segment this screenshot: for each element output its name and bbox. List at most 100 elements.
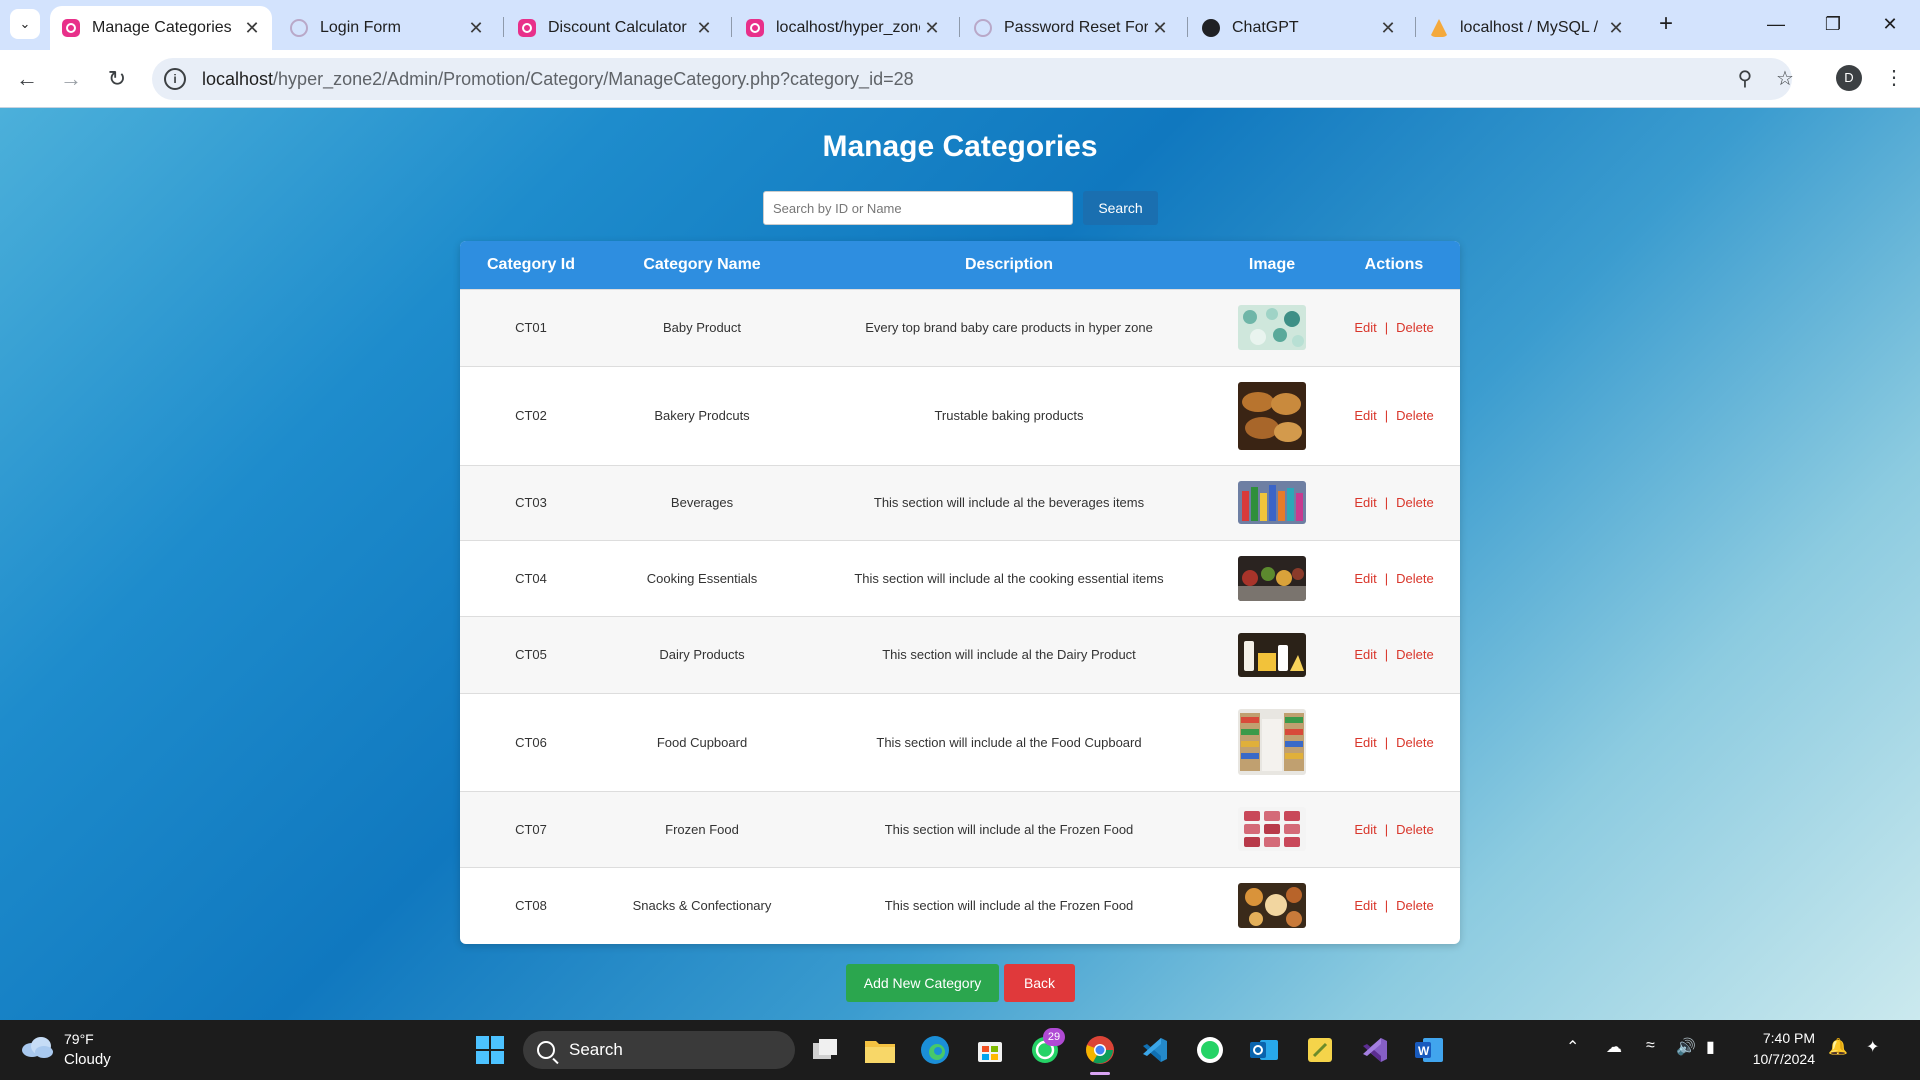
taskbar-search-box[interactable]: Search	[523, 1031, 795, 1069]
close-icon[interactable]: ✕	[1376, 18, 1400, 39]
file-explorer-icon[interactable]	[862, 1032, 898, 1068]
column-header-category-id: Category Id	[460, 241, 602, 289]
tab-localhost-hyper-zone[interactable]: localhost/hyper_zone ✕	[734, 6, 952, 50]
edge-icon[interactable]	[917, 1032, 953, 1068]
vscode-icon[interactable]	[1137, 1032, 1173, 1068]
sticky-notes-icon[interactable]	[1302, 1032, 1338, 1068]
category-name-cell: Cooking Essentials	[602, 539, 802, 616]
close-icon[interactable]: ✕	[920, 18, 944, 39]
show-hidden-icons-chevron-icon[interactable]: ⌃	[1566, 1037, 1579, 1057]
description-cell: This section will include al the cooking…	[802, 539, 1216, 616]
tab-login-form[interactable]: Login Form ✕	[278, 6, 496, 50]
category-id-cell: CT06	[460, 692, 602, 791]
table-row: CT08 Snacks & Confectionary This section…	[460, 866, 1460, 944]
weather-condition[interactable]: Cloudy	[64, 1051, 111, 1068]
close-icon[interactable]: ✕	[692, 18, 716, 39]
bookmark-star-icon[interactable]: ☆	[1774, 68, 1796, 90]
window-close-icon[interactable]: ✕	[1870, 8, 1910, 40]
clock-date[interactable]: 10/7/2024	[1735, 1051, 1815, 1067]
notification-badge: 29	[1043, 1028, 1065, 1046]
chrome-icon[interactable]	[1082, 1032, 1118, 1068]
volume-icon[interactable]: 🔊	[1676, 1037, 1696, 1057]
close-icon[interactable]: ✕	[1148, 18, 1172, 39]
delete-link[interactable]: Delete	[1396, 320, 1434, 335]
minimize-icon[interactable]: —	[1756, 8, 1796, 40]
delete-link[interactable]: Delete	[1396, 571, 1434, 586]
forward-arrow-icon[interactable]: →	[56, 64, 86, 94]
action-separator: |	[1384, 898, 1389, 914]
delete-link[interactable]: Delete	[1396, 822, 1434, 837]
loading-icon	[974, 19, 992, 37]
delete-link[interactable]: Delete	[1396, 898, 1434, 913]
edit-link[interactable]: Edit	[1354, 408, 1376, 423]
onedrive-icon[interactable]: ☁	[1606, 1037, 1622, 1057]
visual-studio-icon[interactable]	[1357, 1032, 1393, 1068]
actions-cell: Edit | Delete	[1328, 692, 1460, 791]
image-cell	[1216, 790, 1328, 867]
battery-icon[interactable]: ▮	[1706, 1037, 1715, 1057]
cloud-icon[interactable]	[20, 1035, 54, 1059]
microsoft-store-icon[interactable]	[972, 1032, 1008, 1068]
category-name-cell: Frozen Food	[602, 790, 802, 867]
new-tab-plus-icon[interactable]: +	[1651, 10, 1681, 40]
actions-cell: Edit | Delete	[1328, 615, 1460, 693]
notification-bell-icon[interactable]: 🔔	[1828, 1037, 1848, 1057]
back-button[interactable]: Back	[1004, 964, 1075, 1002]
edit-link[interactable]: Edit	[1354, 898, 1376, 913]
description-cell: This section will include al the Frozen …	[802, 790, 1216, 867]
url-text[interactable]: localhost/hyper_zone2/Admin/Promotion/Ca…	[202, 69, 914, 90]
profile-avatar[interactable]: D	[1836, 65, 1862, 91]
table-row: CT02 Bakery Prodcuts Trustable baking pr…	[460, 365, 1460, 465]
tab-chatgpt[interactable]: ChatGPT ✕	[1190, 6, 1408, 50]
close-icon[interactable]: ✕	[1604, 18, 1628, 39]
page-actions: Add New Category Back	[846, 964, 1075, 1002]
back-arrow-icon[interactable]: ←	[12, 64, 42, 94]
tab-password-reset-form[interactable]: Password Reset Form ✕	[962, 6, 1180, 50]
delete-link[interactable]: Delete	[1396, 647, 1434, 662]
search-form: Search	[763, 191, 1158, 225]
tab-manage-categories[interactable]: Manage Categories ✕	[50, 6, 272, 50]
close-icon[interactable]: ✕	[464, 18, 488, 39]
whatsapp-desktop-icon[interactable]	[1192, 1032, 1228, 1068]
image-cell	[1216, 692, 1328, 791]
windows-start-icon[interactable]	[472, 1032, 508, 1068]
image-cell	[1216, 615, 1328, 693]
edit-link[interactable]: Edit	[1354, 735, 1376, 750]
site-info-icon[interactable]: i	[164, 68, 186, 90]
edit-link[interactable]: Edit	[1354, 571, 1376, 586]
edit-link[interactable]: Edit	[1354, 495, 1376, 510]
copilot-icon[interactable]: ✦	[1866, 1037, 1879, 1057]
tab-divider	[1187, 17, 1188, 37]
category-name-cell: Baby Product	[602, 288, 802, 366]
more-menu-icon[interactable]: ⋮	[1884, 64, 1904, 94]
reload-icon[interactable]: ↻	[102, 64, 132, 94]
outlook-icon[interactable]	[1247, 1032, 1283, 1068]
wifi-icon[interactable]: ≈	[1646, 1037, 1655, 1055]
edit-link[interactable]: Edit	[1354, 822, 1376, 837]
tab-strip: ⌄ Manage Categories ✕ Login Form ✕ Disco…	[0, 0, 1920, 50]
action-separator: |	[1384, 821, 1389, 837]
tab-divider	[503, 17, 504, 37]
search-input[interactable]	[763, 191, 1073, 225]
add-new-category-button[interactable]: Add New Category	[846, 964, 999, 1002]
dairy-photo	[1238, 632, 1306, 677]
task-view-icon[interactable]	[808, 1032, 844, 1068]
weather-temperature[interactable]: 79°F	[64, 1031, 94, 1047]
edit-link[interactable]: Edit	[1354, 320, 1376, 335]
tab-discount-calculator[interactable]: Discount Calculator ✕	[506, 6, 724, 50]
restore-icon[interactable]: ❐	[1813, 8, 1853, 40]
tab-phpmyadmin[interactable]: localhost / MySQL / ✕	[1418, 6, 1636, 50]
table-row: CT07 Frozen Food This section will inclu…	[460, 790, 1460, 867]
delete-link[interactable]: Delete	[1396, 495, 1434, 510]
word-icon[interactable]: W	[1412, 1032, 1448, 1068]
tab-search-chevron-icon[interactable]: ⌄	[10, 9, 40, 39]
clock-time[interactable]: 7:40 PM	[1755, 1030, 1815, 1046]
action-separator: |	[1384, 408, 1389, 423]
delete-link[interactable]: Delete	[1396, 408, 1434, 423]
edit-link[interactable]: Edit	[1354, 647, 1376, 662]
search-button[interactable]: Search	[1083, 191, 1158, 225]
delete-link[interactable]: Delete	[1396, 735, 1434, 750]
zoom-icon[interactable]: ⚲	[1734, 68, 1756, 90]
close-icon[interactable]: ✕	[240, 18, 264, 39]
address-bar[interactable]: i localhost/hyper_zone2/Admin/Promotion/…	[152, 58, 1794, 100]
